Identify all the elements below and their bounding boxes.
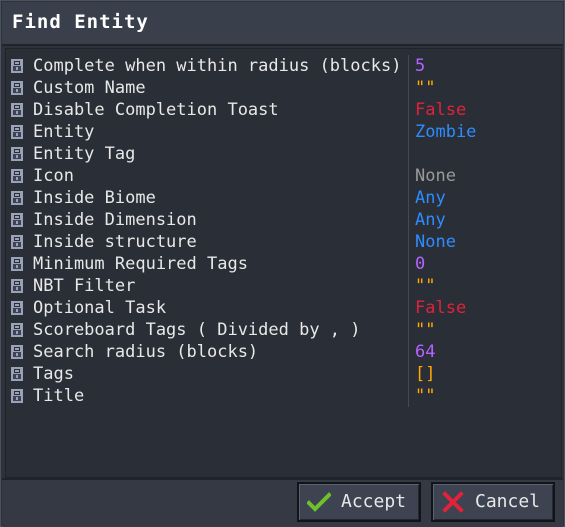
property-row[interactable]: NBT Filter ""	[6, 275, 561, 297]
checkmark-icon	[307, 492, 331, 512]
lock-icon[interactable]	[11, 345, 23, 359]
property-label: Optional Task	[33, 298, 167, 318]
cancel-button[interactable]: Cancel	[431, 482, 555, 522]
property-row[interactable]: Optional Task False	[6, 297, 561, 319]
property-value[interactable]: Any	[415, 210, 446, 230]
property-row[interactable]: Inside Biome Any	[6, 187, 561, 209]
dialog-footer: Accept Cancel	[2, 478, 563, 527]
property-row[interactable]: Icon None	[6, 165, 561, 187]
property-value[interactable]: 64	[415, 342, 435, 362]
lock-icon[interactable]	[11, 81, 23, 95]
property-label: Entity	[33, 122, 95, 142]
property-label: Disable Completion Toast	[33, 100, 279, 120]
property-label: NBT Filter	[33, 276, 136, 296]
property-value[interactable]: False	[415, 298, 466, 318]
property-value[interactable]: None	[415, 166, 456, 186]
property-value[interactable]: ""	[415, 78, 435, 98]
property-list: Complete when within radius (blocks) 5 Cus…	[5, 48, 562, 478]
lock-icon[interactable]	[11, 279, 23, 293]
lock-icon[interactable]	[11, 323, 23, 337]
property-label: Inside structure	[33, 232, 197, 252]
property-label: Tags	[33, 364, 74, 384]
lock-icon[interactable]	[11, 213, 23, 227]
property-value[interactable]: 5	[415, 56, 425, 76]
property-row[interactable]: Entity Zombie	[6, 121, 561, 143]
property-row[interactable]: Minimum Required Tags 0	[6, 253, 561, 275]
accept-label: Accept	[341, 491, 407, 512]
lock-icon[interactable]	[11, 235, 23, 249]
property-value[interactable]: 0	[415, 254, 425, 274]
dialog-title: Find Entity	[12, 11, 149, 33]
property-value[interactable]: Zombie	[415, 122, 476, 142]
property-label: Complete when within radius (blocks)	[33, 56, 402, 76]
property-value[interactable]: []	[415, 364, 435, 384]
property-value[interactable]: ""	[415, 386, 435, 406]
property-label: Search radius (blocks)	[33, 342, 259, 362]
property-row[interactable]: Title ""	[6, 385, 561, 407]
property-value[interactable]: None	[415, 232, 456, 252]
property-row[interactable]: Scoreboard Tags ( Divided by , ) ""	[6, 319, 561, 341]
x-mark-icon	[442, 491, 464, 513]
property-row[interactable]: Tags []	[6, 363, 561, 385]
property-value[interactable]: ""	[415, 320, 435, 340]
property-label: Scoreboard Tags ( Divided by , )	[33, 320, 361, 340]
property-value[interactable]: Any	[415, 188, 446, 208]
property-value[interactable]: False	[415, 100, 466, 120]
accept-button[interactable]: Accept	[297, 482, 421, 522]
property-row[interactable]: Inside Dimension Any	[6, 209, 561, 231]
property-row[interactable]: Disable Completion Toast False	[6, 99, 561, 121]
property-row[interactable]: Custom Name ""	[6, 77, 561, 99]
lock-icon[interactable]	[11, 191, 23, 205]
lock-icon[interactable]	[11, 147, 23, 161]
property-value[interactable]: ""	[415, 276, 435, 296]
property-label: Minimum Required Tags	[33, 254, 248, 274]
property-row[interactable]: Search radius (blocks) 64	[6, 341, 561, 363]
title-bar: Find Entity	[2, 2, 563, 46]
property-label: Inside Dimension	[33, 210, 197, 230]
cancel-label: Cancel	[475, 491, 541, 512]
lock-icon[interactable]	[11, 103, 23, 117]
property-label: Custom Name	[33, 78, 146, 98]
find-entity-dialog: Find Entity Complete when within radius …	[0, 0, 565, 527]
lock-icon[interactable]	[11, 125, 23, 139]
lock-icon[interactable]	[11, 59, 23, 73]
property-label: Entity Tag	[33, 144, 136, 164]
property-row[interactable]: Inside structure None	[6, 231, 561, 253]
property-label: Icon	[33, 166, 74, 186]
lock-icon[interactable]	[11, 169, 23, 183]
lock-icon[interactable]	[11, 257, 23, 271]
lock-icon[interactable]	[11, 389, 23, 403]
lock-icon[interactable]	[11, 301, 23, 315]
property-label: Title	[33, 386, 85, 406]
property-label: Inside Biome	[33, 188, 156, 208]
lock-icon[interactable]	[11, 367, 23, 381]
property-row[interactable]: Entity Tag	[6, 143, 561, 165]
property-row[interactable]: Complete when within radius (blocks) 5	[6, 55, 561, 77]
